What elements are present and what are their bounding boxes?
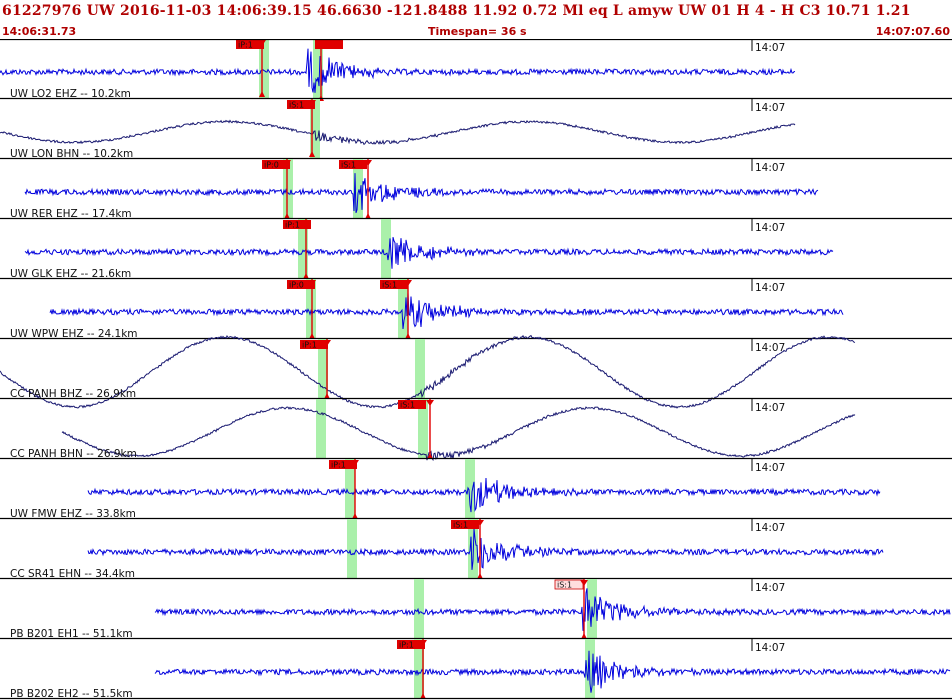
minute-mark: 14:07 (755, 522, 785, 534)
pick-window (415, 339, 425, 399)
waveform (87, 477, 881, 513)
trace-row[interactable]: iP:1 14:07PB B202 EH2 -- 51.5km (0, 639, 952, 700)
pick-label: iS:1 (557, 581, 572, 590)
pick-label: iP:1 (238, 41, 253, 50)
trace-row[interactable]: iP:1 14:07UW FMW EHZ -- 33.8km (0, 459, 952, 520)
pick-label: iS:1 (400, 401, 415, 410)
waveform (154, 650, 951, 693)
trace-row[interactable]: iP:1 14:07UW LO2 EHZ -- 10.2km (0, 39, 952, 101)
pick-window (465, 459, 475, 519)
waveform (0, 119, 796, 146)
trace-row[interactable]: iP:0 iS:1 14:07UW WPW EHZ -- 24.1km (0, 279, 952, 340)
waveform (24, 236, 834, 269)
trace-row[interactable]: iS:1 14:07UW LON BHN -- 10.2km (0, 99, 952, 160)
seismogram-panel[interactable]: iP:1 14:07UW LO2 EHZ -- 10.2kmiS:1 14:07UW… (0, 39, 952, 700)
minute-mark: 14:07 (755, 402, 785, 414)
pick-window (316, 399, 326, 459)
pick-window (414, 579, 424, 639)
end-time: 14:07:07.60 (875, 25, 950, 38)
minute-mark: 14:07 (755, 162, 785, 174)
event-header: 61227976 UW 2016-11-03 14:06:39.15 46.66… (0, 0, 952, 24)
waveform (61, 406, 856, 462)
event-summary: 61227976 UW 2016-11-03 14:06:39.15 46.66… (2, 3, 911, 19)
pick-label: iP:1 (399, 641, 414, 650)
minute-mark: 14:07 (755, 222, 785, 234)
waveform (49, 292, 844, 330)
pick-label: iP:0 (264, 161, 279, 170)
waveform (154, 588, 951, 631)
waveform (0, 48, 796, 93)
trace-row[interactable]: iP:1 14:07UW GLK EHZ -- 21.6km (0, 219, 952, 280)
start-time: 14:06:31.73 (2, 25, 77, 38)
minute-mark: 14:07 (755, 582, 785, 594)
pick-label: iP:1 (302, 341, 317, 350)
trace-row[interactable]: iS:1 14:07CC PANH BHN -- 26.9km (0, 399, 952, 462)
pick-label: iP:0 (289, 281, 304, 290)
pick-label: iS:1 (453, 521, 468, 530)
pick-label: iP:1 (331, 461, 346, 470)
minute-mark: 14:07 (755, 642, 785, 654)
minute-mark: 14:07 (755, 342, 785, 354)
minute-mark: 14:07 (755, 462, 785, 474)
trace-row[interactable]: iP:1 14:07CC PANH BHZ -- 26.9km (0, 334, 952, 409)
trace-row[interactable]: iS:1 14:07PB B201 EH1 -- 51.1km (0, 579, 952, 640)
trace-row[interactable]: iP:0 iS:1 14:07UW RER EHZ -- 17.4km (0, 159, 952, 220)
trace-row[interactable]: iS:1 14:07CC SR41 EHN -- 34.4km (0, 519, 952, 580)
pick-label: iS:1 (289, 101, 304, 110)
minute-mark: 14:07 (755, 102, 785, 114)
pick-label: iP:1 (285, 221, 300, 230)
timespan-readout: Timespan= 36 s (428, 25, 527, 38)
pick-label: iS:1 (382, 281, 397, 290)
minute-mark: 14:07 (755, 42, 785, 54)
pick-window (347, 519, 357, 579)
waveform (24, 173, 819, 213)
pick-label: iS:1 (341, 161, 356, 170)
minute-mark: 14:07 (755, 282, 785, 294)
waveform (87, 528, 884, 570)
